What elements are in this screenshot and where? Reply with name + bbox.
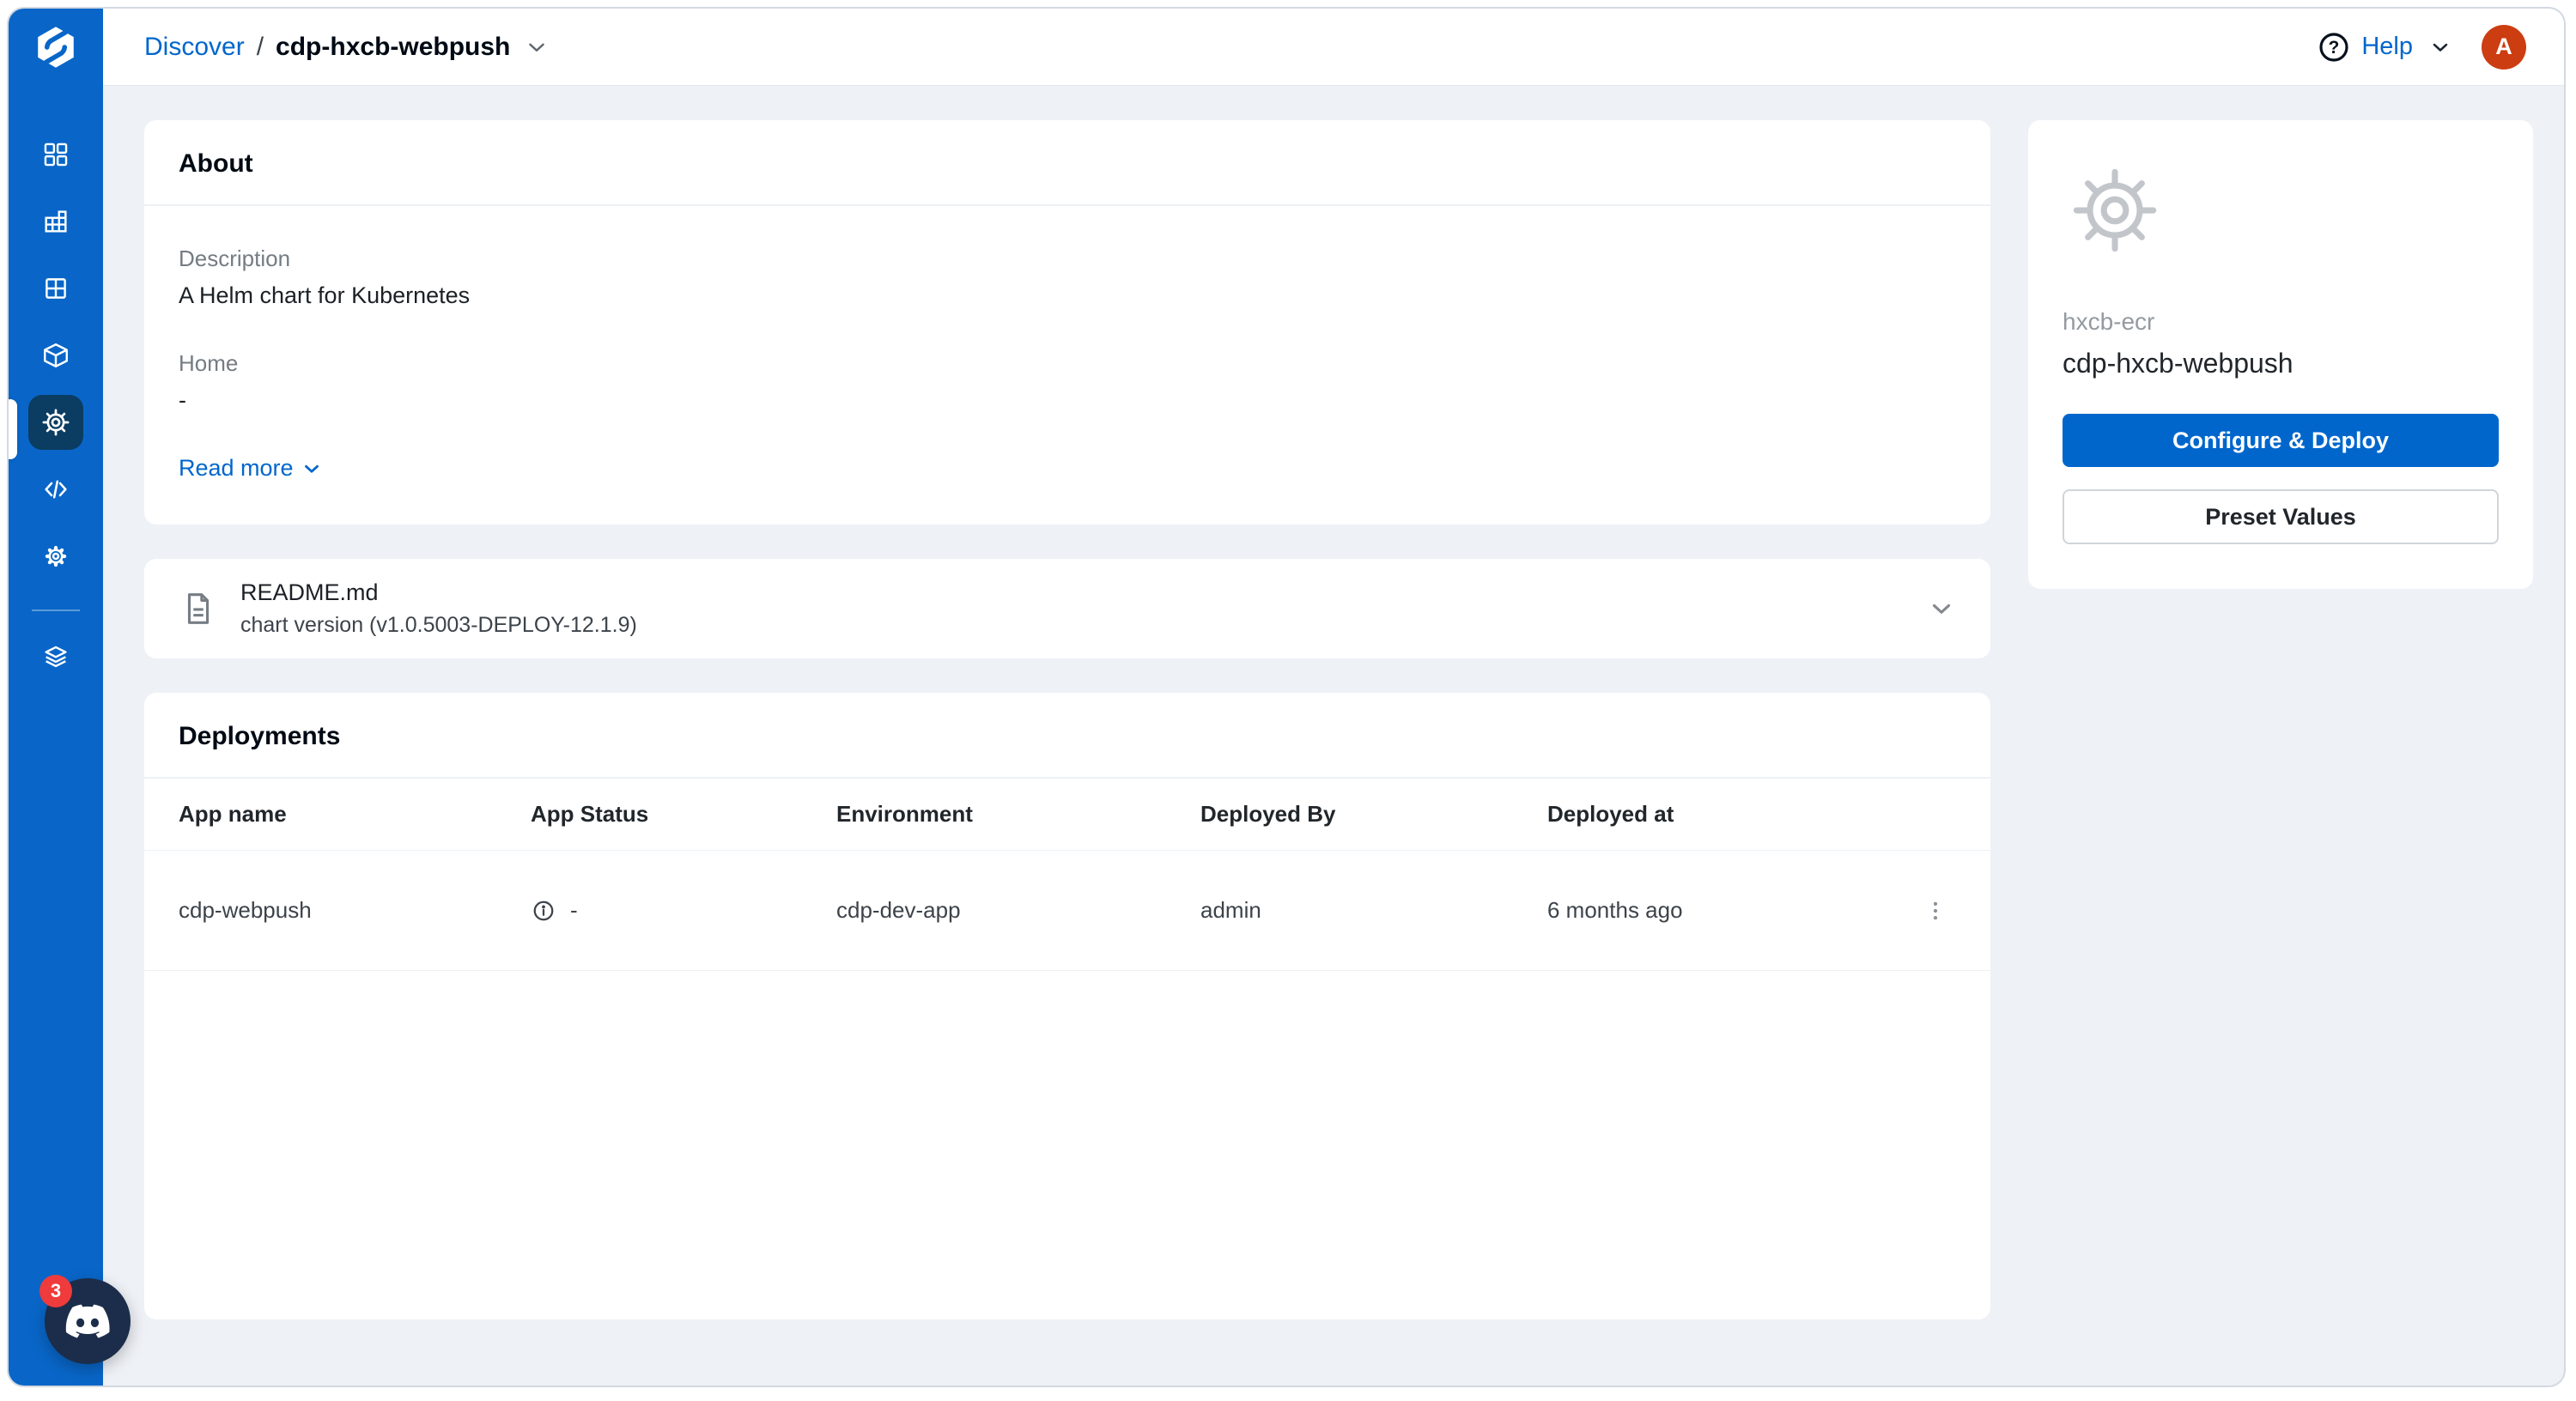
helm-chart-icon [2066,161,2499,264]
home-label: Home [179,350,1956,377]
readme-expand-chevron-icon[interactable] [1927,594,1956,623]
description-value: A Helm chart for Kubernetes [179,282,1956,309]
breadcrumb-separator: / [257,33,264,62]
breadcrumb-discover-link[interactable]: Discover [144,33,245,62]
header: Discover / cdp-hxcb-webpush ? Help A [103,9,2564,86]
sidebar-item-resource-browser[interactable] [28,328,83,383]
deployments-title: Deployments [144,693,1990,779]
sidebar-item-global-configurations[interactable] [28,529,83,584]
breadcrumb-current-chart: cdp-hxcb-webpush [276,33,510,62]
devtron-logo[interactable] [9,9,103,86]
preset-values-button[interactable]: Preset Values [2063,489,2499,544]
header-right: ? Help A [2317,25,2526,70]
column-app-name: App name [179,801,531,828]
readme-text: README.md chart version (v1.0.5003-DEPLO… [240,579,637,638]
avatar-initial: A [2495,33,2512,60]
chart-info-panel: hxcb-ecr cdp-hxcb-webpush Configure & De… [2028,120,2533,589]
help-menu[interactable]: ? Help [2317,30,2452,64]
configure-deploy-button[interactable]: Configure & Deploy [2063,414,2499,467]
column-deployed-by: Deployed By [1200,801,1547,828]
readme-card[interactable]: README.md chart version (v1.0.5003-DEPLO… [144,559,1990,658]
about-body: Description A Helm chart for Kubernetes … [144,206,1990,525]
about-card: About Description A Helm chart for Kuber… [144,120,1990,525]
chart-repo-name: hxcb-ecr [2063,308,2499,336]
deployments-table-header: App name App Status Environment Deployed… [144,779,1990,851]
help-icon: ? [2317,30,2351,64]
home-value: - [179,387,1956,414]
chart-name: cdp-hxcb-webpush [2063,348,2499,379]
avatar[interactable]: A [2482,25,2526,70]
helm-wheel-icon [40,407,71,438]
breadcrumb: Discover / cdp-hxcb-webpush [144,33,550,62]
sidebar [9,9,103,1386]
cell-environment: cdp-dev-app [836,897,1200,924]
cell-deployed-at: 6 months ago [1547,897,1915,924]
jobs-grid-icon [41,207,70,236]
sidebar-item-applications[interactable] [28,127,83,182]
sidebar-item-chart-store[interactable] [28,395,83,450]
left-column: About Description A Helm chart for Kuber… [144,120,1990,1386]
cell-app-name: cdp-webpush [179,897,531,924]
sidebar-item-jobs[interactable] [28,194,83,249]
stack-layers-icon [41,643,70,672]
help-label: Help [2361,33,2413,61]
document-icon [179,589,218,628]
code-icon [41,475,70,504]
sidebar-item-code[interactable] [28,462,83,517]
cell-app-status: - [531,897,836,924]
app-window: Discover / cdp-hxcb-webpush ? Help A [7,7,2566,1387]
apps-grid-icon [41,140,70,169]
status-value: - [570,897,578,924]
discord-icon [63,1296,112,1346]
sidebar-divider [32,610,80,611]
read-more-label: Read more [179,455,294,482]
sidebar-nav [28,127,83,697]
cube-icon [41,341,70,370]
main-column: Discover / cdp-hxcb-webpush ? Help A [103,9,2564,1386]
readme-chart-version: chart version (v1.0.5003-DEPLOY-12.1.9) [240,613,637,638]
svg-text:?: ? [2329,38,2340,58]
right-column: hxcb-ecr cdp-hxcb-webpush Configure & De… [2028,120,2533,1386]
gear-icon [41,542,70,571]
info-icon[interactable] [531,898,556,924]
row-menu-kebab-icon[interactable] [1915,898,1956,924]
devtron-logo-icon [32,23,80,71]
window-grid-icon [41,274,70,303]
read-more-link[interactable]: Read more [179,455,323,482]
deployment-row[interactable]: cdp-webpush - cdp-dev-app admin 6 months… [144,851,1990,971]
column-deployed-at: Deployed at [1547,801,1915,828]
cell-deployed-by: admin [1200,897,1547,924]
chevron-down-icon [301,458,323,480]
deployments-card: Deployments App name App Status Environm… [144,693,1990,1319]
chart-dropdown-chevron-icon[interactable] [524,34,550,60]
discord-chat-button[interactable]: 3 [45,1278,131,1364]
content: About Description A Helm chart for Kuber… [103,86,2564,1386]
column-app-status: App Status [531,801,836,828]
readme-title: README.md [240,579,637,606]
about-title: About [144,120,1990,206]
column-environment: Environment [836,801,1200,828]
sidebar-item-application-groups[interactable] [28,261,83,316]
sidebar-item-stack-manager[interactable] [28,630,83,685]
sidebar-notch [7,399,17,459]
notification-badge: 3 [39,1275,72,1307]
description-label: Description [179,246,1956,272]
chevron-down-icon [2428,35,2452,59]
